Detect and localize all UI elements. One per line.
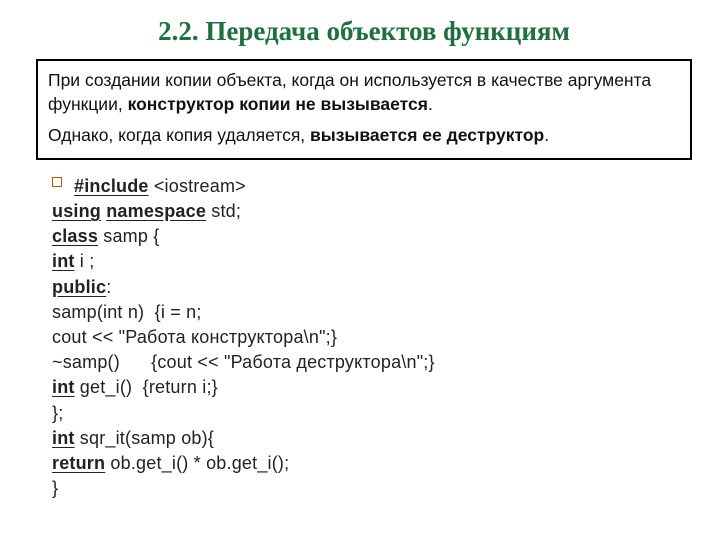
- callout-p1-bold: конструктор копии не вызывается: [128, 94, 428, 114]
- code-text: };: [52, 403, 63, 423]
- code-text: <iostream>: [149, 176, 246, 196]
- code-text: get_i() {return i;}: [75, 377, 218, 397]
- callout-p2-tail: .: [544, 125, 549, 145]
- code-text: :: [106, 277, 111, 297]
- code-text: }: [52, 478, 58, 498]
- slide: 2.2. Передача объектов функциям При созд…: [0, 0, 720, 540]
- kw-int: int: [52, 251, 75, 271]
- callout-p2-bold: вызывается ее деструктор: [310, 125, 544, 145]
- slide-title: 2.2. Передача объектов функциям: [34, 16, 694, 47]
- callout-paragraph-2: Однако, когда копия удаляется, вызываетс…: [48, 124, 680, 148]
- callout-paragraph-1: При создании копии объекта, когда он исп…: [48, 69, 680, 116]
- callout-p2-text: Однако, когда копия удаляется,: [48, 125, 310, 145]
- kw-include: #include: [74, 176, 149, 196]
- callout-box: При создании копии объекта, когда он исп…: [36, 59, 692, 160]
- code-text: sqr_it(samp ob){: [75, 428, 214, 448]
- code-text: i ;: [75, 251, 95, 271]
- code-text: ob.get_i() * ob.get_i();: [105, 453, 289, 473]
- code-text: samp {: [98, 226, 159, 246]
- kw-namespace: namespace: [106, 201, 206, 221]
- callout-p1-tail: .: [428, 94, 433, 114]
- kw-return: return: [52, 453, 105, 473]
- code-text: samp(int n) {i = n;: [52, 302, 202, 322]
- code-block: #include <iostream> using namespace std;…: [52, 174, 694, 501]
- code-text: cout << "Работа конструктора\n";}: [52, 327, 337, 347]
- kw-int: int: [52, 377, 75, 397]
- kw-class: class: [52, 226, 98, 246]
- kw-public: public: [52, 277, 106, 297]
- bullet-icon: [52, 177, 62, 187]
- kw-using: using: [52, 201, 101, 221]
- code-text: std;: [206, 201, 241, 221]
- kw-int: int: [52, 428, 75, 448]
- code-text: ~samp() {cout << "Работа деструктора\n";…: [52, 352, 435, 372]
